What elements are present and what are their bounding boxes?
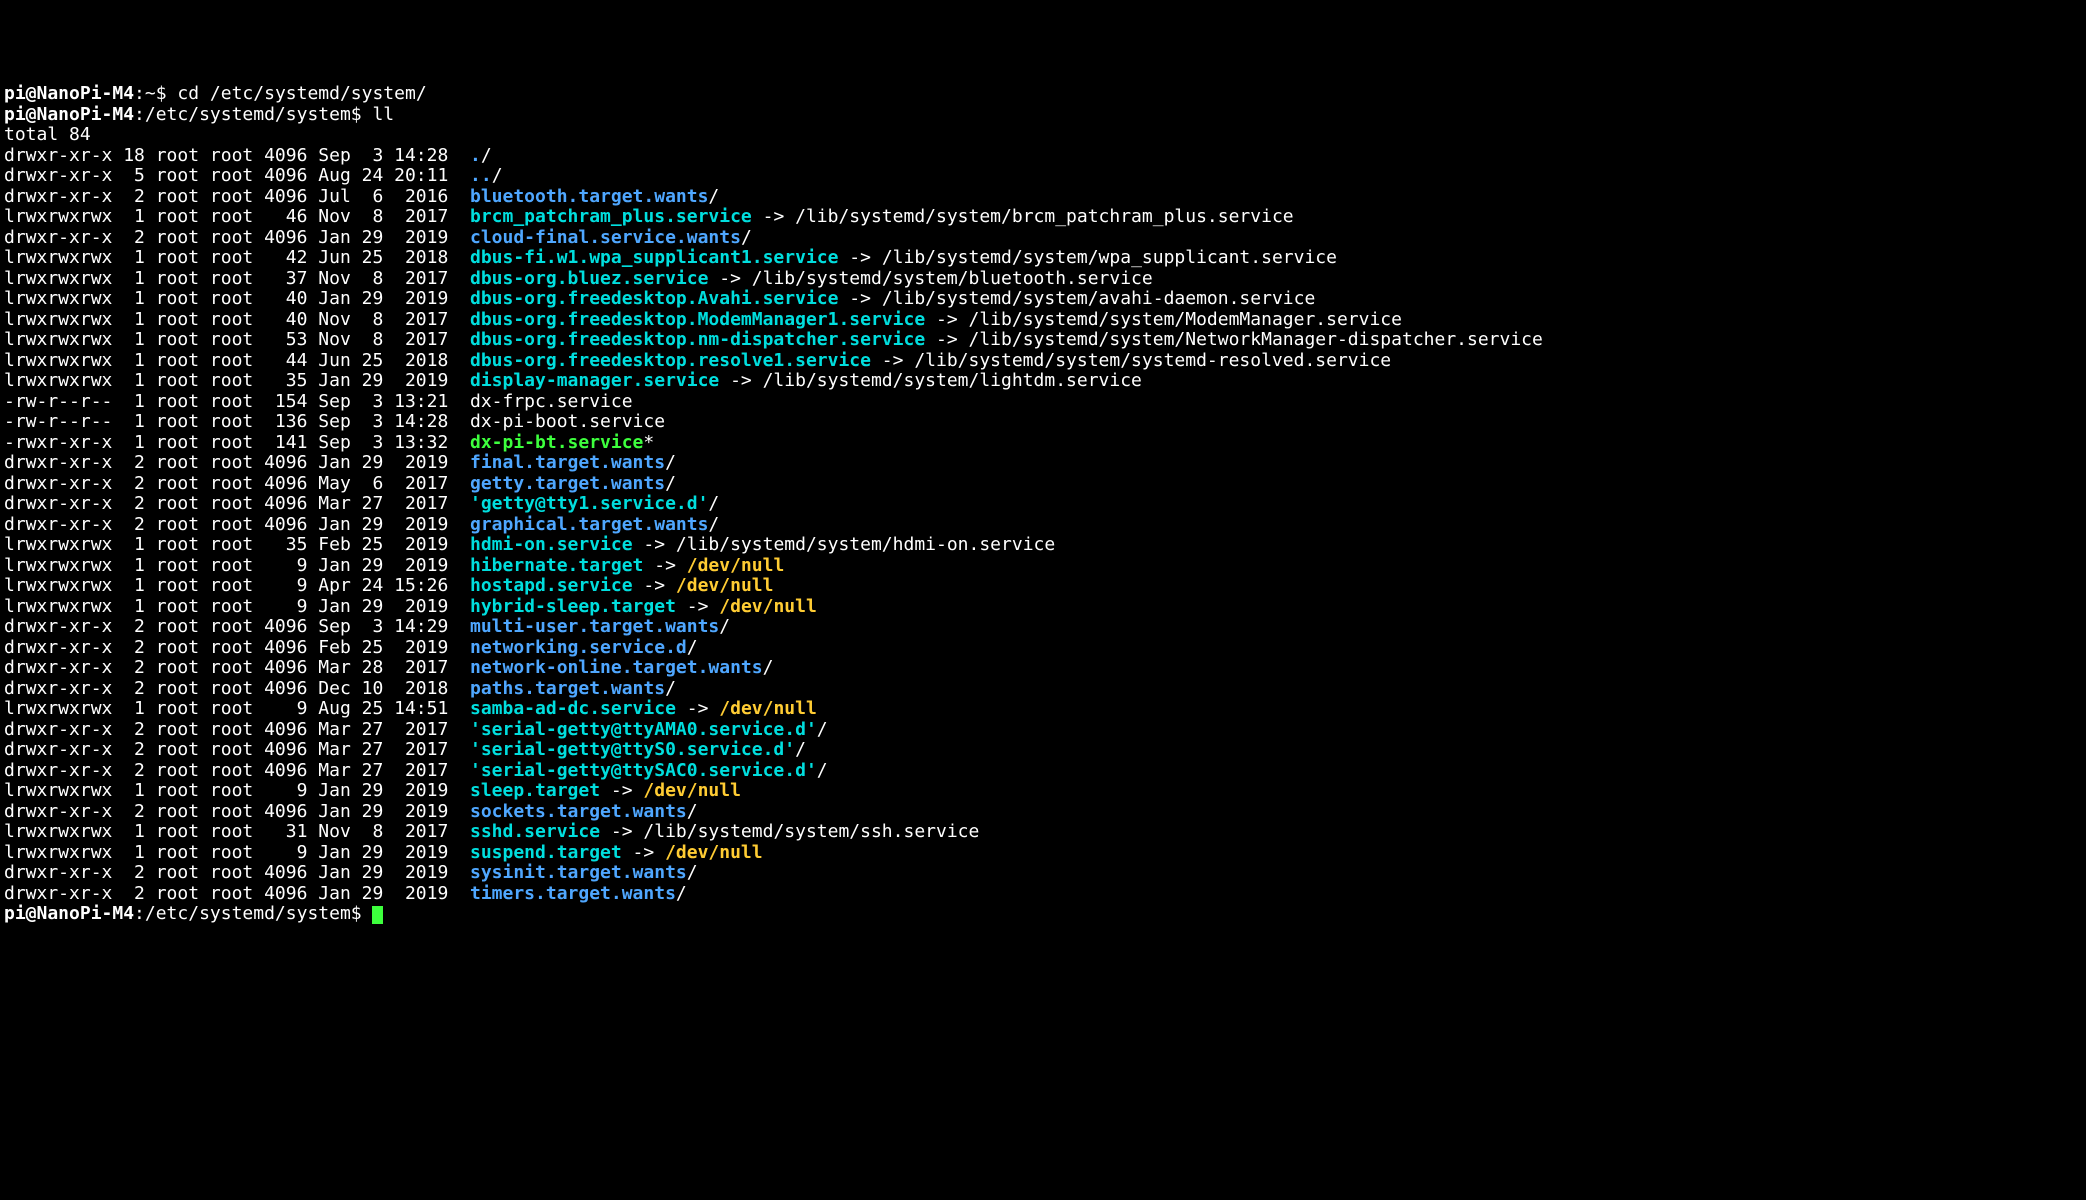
listing-row: lrwxrwxrwx 1 root root 46 Nov 8 2017 brc… (4, 206, 1294, 227)
file-name: samba-ad-dc.service (470, 698, 676, 719)
command: cd /etc/systemd/system/ (177, 83, 426, 104)
file-name: . (470, 145, 481, 166)
file-name: cloud-final.service.wants (470, 227, 741, 248)
listing-row: -rw-r--r-- 1 root root 154 Sep 3 13:21 d… (4, 391, 633, 412)
file-name: dx-pi-bt.service (470, 432, 643, 453)
file-name: hibernate.target (470, 555, 643, 576)
file-name: graphical.target.wants (470, 514, 708, 535)
listing-row: drwxr-xr-x 2 root root 4096 May 6 2017 g… (4, 473, 676, 494)
prompt: pi@NanoPi-M4 (4, 83, 134, 104)
file-name: getty.target.wants (470, 473, 665, 494)
link-target: /dev/null (676, 575, 774, 596)
file-name: sleep.target (470, 780, 600, 801)
file-name: dbus-org.freedesktop.Avahi.service (470, 288, 838, 309)
listing-row: -rwxr-xr-x 1 root root 141 Sep 3 13:32 d… (4, 432, 654, 453)
total-line: total 84 (4, 124, 91, 145)
file-name: dbus-org.freedesktop.ModemManager1.servi… (470, 309, 925, 330)
file-name: suspend.target (470, 842, 622, 863)
listing-row: drwxr-xr-x 2 root root 4096 Jul 6 2016 b… (4, 186, 719, 207)
listing-row: drwxr-xr-x 2 root root 4096 Jan 29 2019 … (4, 883, 687, 904)
listing-row: drwxr-xr-x 2 root root 4096 Mar 27 2017 … (4, 760, 828, 781)
file-name: networking.service.d (470, 637, 687, 658)
listing-row: lrwxrwxrwx 1 root root 31 Nov 8 2017 ssh… (4, 821, 979, 842)
listing-row: drwxr-xr-x 2 root root 4096 Mar 27 2017 … (4, 739, 806, 760)
link-target: /dev/null (719, 698, 817, 719)
file-name: hostapd.service (470, 575, 633, 596)
listing-row: -rw-r--r-- 1 root root 136 Sep 3 14:28 d… (4, 411, 665, 432)
listing-row: lrwxrwxrwx 1 root root 44 Jun 25 2018 db… (4, 350, 1391, 371)
file-name: brcm_patchram_plus.service (470, 206, 752, 227)
listing-row: drwxr-xr-x 2 root root 4096 Sep 3 14:29 … (4, 616, 730, 637)
file-name: timers.target.wants (470, 883, 676, 904)
listing-row: lrwxrwxrwx 1 root root 9 Jan 29 2019 sus… (4, 842, 763, 863)
listing-row: drwxr-xr-x 2 root root 4096 Jan 29 2019 … (4, 862, 698, 883)
prompt: pi@NanoPi-M4 (4, 104, 134, 125)
link-target: /dev/null (643, 780, 741, 801)
file-name: 'getty@tty1.service.d' (470, 493, 708, 514)
listing-row: lrwxrwxrwx 1 root root 35 Feb 25 2019 hd… (4, 534, 1055, 555)
file-name: dx-pi-boot.service (470, 411, 665, 432)
listing-row: drwxr-xr-x 2 root root 4096 Feb 25 2019 … (4, 637, 698, 658)
listing-row: lrwxrwxrwx 1 root root 42 Jun 25 2018 db… (4, 247, 1337, 268)
terminal-output[interactable]: pi@NanoPi-M4:~$ cd /etc/systemd/system/ … (4, 84, 2082, 925)
file-name: 'serial-getty@ttyAMA0.service.d' (470, 719, 817, 740)
listing-row: lrwxrwxrwx 1 root root 9 Apr 24 15:26 ho… (4, 575, 773, 596)
listing-row: lrwxrwxrwx 1 root root 53 Nov 8 2017 dbu… (4, 329, 1543, 350)
file-name: network-online.target.wants (470, 657, 763, 678)
link-target: /dev/null (687, 555, 785, 576)
listing-row: lrwxrwxrwx 1 root root 35 Jan 29 2019 di… (4, 370, 1142, 391)
file-name: bluetooth.target.wants (470, 186, 708, 207)
listing-row: drwxr-xr-x 18 root root 4096 Sep 3 14:28… (4, 145, 492, 166)
file-name: multi-user.target.wants (470, 616, 719, 637)
file-name: final.target.wants (470, 452, 665, 473)
file-name: dbus-org.freedesktop.resolve1.service (470, 350, 871, 371)
link-target: /dev/null (665, 842, 763, 863)
listing-row: drwxr-xr-x 2 root root 4096 Jan 29 2019 … (4, 227, 752, 248)
listing-row: drwxr-xr-x 2 root root 4096 Mar 27 2017 … (4, 719, 828, 740)
file-name: .. (470, 165, 492, 186)
file-name: sshd.service (470, 821, 600, 842)
listing-row: drwxr-xr-x 2 root root 4096 Jan 29 2019 … (4, 452, 676, 473)
file-name: display-manager.service (470, 370, 719, 391)
file-name: dbus-fi.w1.wpa_supplicant1.service (470, 247, 838, 268)
listing-row: lrwxrwxrwx 1 root root 40 Nov 8 2017 dbu… (4, 309, 1402, 330)
listing-row: drwxr-xr-x 2 root root 4096 Mar 27 2017 … (4, 493, 719, 514)
listing-row: drwxr-xr-x 2 root root 4096 Dec 10 2018 … (4, 678, 676, 699)
listing-row: lrwxrwxrwx 1 root root 37 Nov 8 2017 dbu… (4, 268, 1153, 289)
listing-row: lrwxrwxrwx 1 root root 9 Jan 29 2019 sle… (4, 780, 741, 801)
file-name: 'serial-getty@ttyS0.service.d' (470, 739, 795, 760)
file-name: dbus-org.freedesktop.nm-dispatcher.servi… (470, 329, 925, 350)
listing-row: lrwxrwxrwx 1 root root 9 Aug 25 14:51 sa… (4, 698, 817, 719)
link-target: /dev/null (719, 596, 817, 617)
listing-row: lrwxrwxrwx 1 root root 40 Jan 29 2019 db… (4, 288, 1315, 309)
file-name: dbus-org.bluez.service (470, 268, 708, 289)
command: ll (372, 104, 394, 125)
file-name: 'serial-getty@ttySAC0.service.d' (470, 760, 817, 781)
file-name: dx-frpc.service (470, 391, 633, 412)
file-name: hybrid-sleep.target (470, 596, 676, 617)
cursor[interactable] (372, 906, 383, 924)
file-name: paths.target.wants (470, 678, 665, 699)
listing-row: drwxr-xr-x 2 root root 4096 Jan 29 2019 … (4, 514, 719, 535)
prompt: pi@NanoPi-M4 (4, 903, 134, 924)
file-name: hdmi-on.service (470, 534, 633, 555)
listing-row: drwxr-xr-x 5 root root 4096 Aug 24 20:11… (4, 165, 503, 186)
file-name: sockets.target.wants (470, 801, 687, 822)
listing-row: drwxr-xr-x 2 root root 4096 Jan 29 2019 … (4, 801, 698, 822)
listing-row: lrwxrwxrwx 1 root root 9 Jan 29 2019 hib… (4, 555, 784, 576)
file-name: sysinit.target.wants (470, 862, 687, 883)
listing-row: lrwxrwxrwx 1 root root 9 Jan 29 2019 hyb… (4, 596, 817, 617)
listing-row: drwxr-xr-x 2 root root 4096 Mar 28 2017 … (4, 657, 773, 678)
